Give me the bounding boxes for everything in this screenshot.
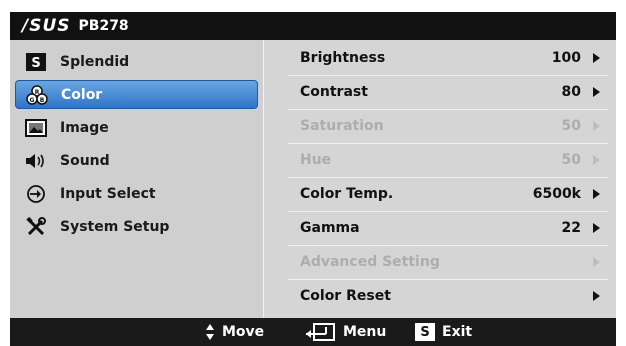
svg-text:R: R — [35, 89, 40, 96]
menu-item-label: Sound — [60, 152, 110, 169]
setting-value: 100 — [551, 50, 581, 66]
color-palette-icon: R G B — [25, 83, 49, 107]
setting-label: Hue — [300, 152, 332, 168]
arrow-right-icon — [593, 155, 600, 165]
arrow-right-icon — [593, 87, 600, 97]
setting-value: 6500k — [532, 186, 581, 202]
menu-item-label: Image — [60, 119, 109, 136]
setting-label: Brightness — [300, 50, 386, 66]
arrow-right-icon — [593, 257, 600, 267]
menu-label: Menu — [343, 324, 387, 340]
setting-saturation: Saturation 50 — [300, 109, 600, 143]
exit-hint[interactable]: S Exit — [415, 318, 472, 346]
title-bar: /SUS PB278 — [10, 12, 616, 40]
setting-label: Advanced Setting — [300, 254, 440, 270]
arrow-right-icon — [593, 53, 600, 63]
menu-hint[interactable]: Menu — [304, 318, 386, 346]
setting-contrast[interactable]: Contrast 80 — [300, 75, 600, 109]
model-name: PB278 — [78, 18, 129, 34]
menu-item-image[interactable]: Image — [15, 113, 258, 142]
setting-value: 50 — [561, 152, 581, 168]
setting-hue: Hue 50 — [300, 143, 600, 177]
main-menu: S Splendid R G B Color Image Sound Input… — [10, 40, 264, 318]
osd-window: /SUS PB278 S Splendid R G B Color Image … — [10, 12, 616, 346]
setting-advanced-setting: Advanced Setting — [300, 245, 600, 279]
move-hint: Move — [205, 318, 264, 346]
menu-item-label: Input Select — [60, 185, 156, 202]
setting-label: Color Reset — [300, 288, 391, 304]
setting-label: Saturation — [300, 118, 384, 134]
menu-item-color[interactable]: R G B Color — [15, 80, 258, 109]
menu-item-splendid[interactable]: S Splendid — [15, 47, 258, 76]
asus-logo: /SUS — [22, 16, 71, 36]
menu-item-sound[interactable]: Sound — [15, 146, 258, 175]
enter-key-icon — [306, 323, 335, 341]
up-down-arrow-icon — [206, 324, 214, 340]
setting-value: 80 — [561, 84, 581, 100]
speaker-icon — [24, 149, 48, 173]
svg-text:G: G — [30, 97, 35, 104]
bottom-bar: Move Menu S Exit — [10, 318, 616, 346]
arrow-right-icon — [593, 223, 600, 233]
menu-item-label: Splendid — [60, 53, 130, 70]
arrow-right-icon — [593, 189, 600, 199]
svg-text:B: B — [40, 97, 45, 104]
menu-item-input-select[interactable]: Input Select — [15, 179, 258, 208]
setting-label: Gamma — [300, 220, 360, 236]
setting-color-reset[interactable]: Color Reset — [300, 279, 600, 313]
setting-value: 22 — [561, 220, 581, 236]
setting-color-temp[interactable]: Color Temp. 6500k — [300, 177, 600, 211]
setting-value: 50 — [561, 118, 581, 134]
input-select-icon — [24, 182, 48, 206]
system-setup-tools-icon — [24, 215, 48, 239]
setting-label: Contrast — [300, 84, 368, 100]
image-icon — [24, 116, 48, 140]
arrow-right-icon — [593, 121, 600, 131]
settings-panel: Brightness 100 Contrast 80 Saturation 50… — [264, 40, 616, 318]
splendid-s-icon: S — [24, 50, 48, 74]
setting-gamma[interactable]: Gamma 22 — [300, 211, 600, 245]
menu-item-label: System Setup — [60, 218, 170, 235]
setting-label: Color Temp. — [300, 186, 394, 202]
arrow-right-icon — [593, 291, 600, 301]
menu-item-system-setup[interactable]: System Setup — [15, 212, 258, 241]
menu-item-label: Color — [61, 86, 103, 103]
svg-text:S: S — [31, 56, 40, 71]
move-label: Move — [222, 324, 265, 340]
brand: /SUS PB278 — [22, 16, 129, 36]
setting-brightness[interactable]: Brightness 100 — [300, 41, 600, 75]
exit-label: Exit — [442, 324, 473, 340]
s-key-icon: S — [415, 323, 435, 341]
